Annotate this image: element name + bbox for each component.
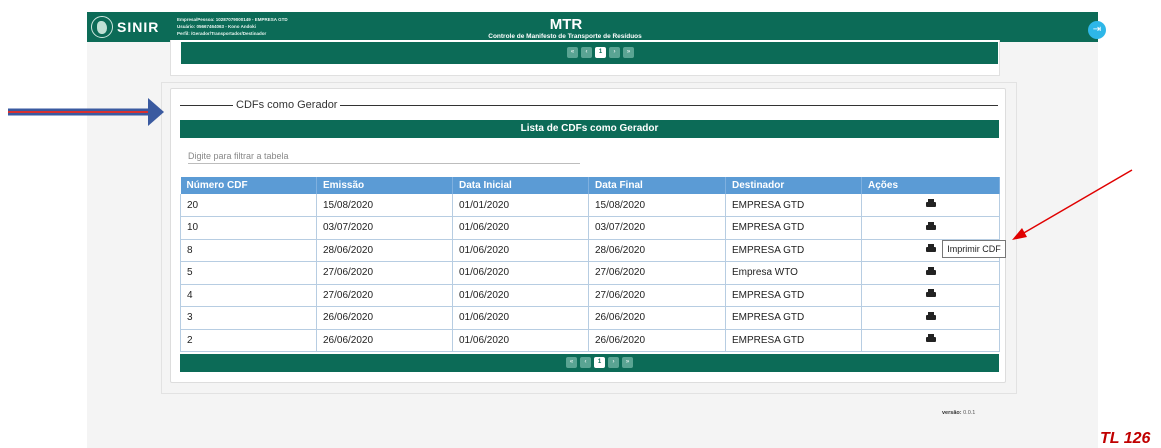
blue-annotation-arrow — [8, 98, 164, 126]
annotation-arrows — [8, 98, 1133, 240]
red-annotation-arrow — [1012, 169, 1133, 240]
page: SINIR Empresa/Pessoa: 10287079000149 - E… — [0, 0, 1161, 448]
